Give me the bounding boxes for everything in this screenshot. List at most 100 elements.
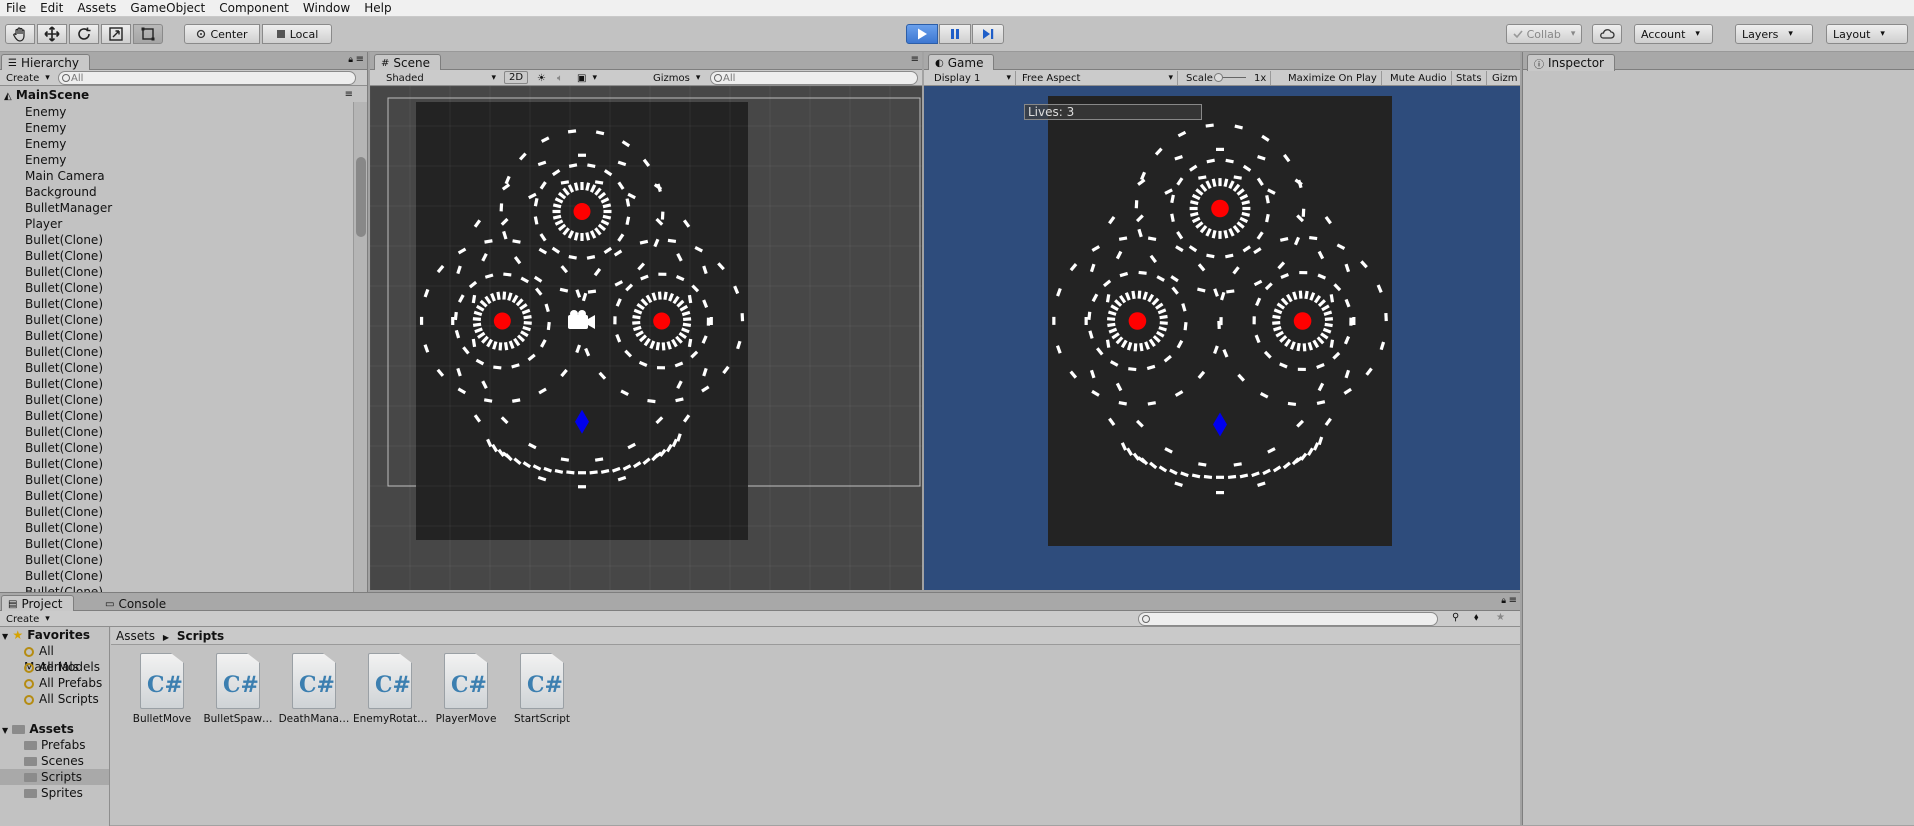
scene-viewport[interactable] [370,86,922,590]
hierarchy-item[interactable]: Bullet(Clone) [0,360,367,376]
cloud-button[interactable] [1592,24,1622,44]
scene-panel-menu-icon[interactable]: ≡ [911,54,919,65]
lighting-toggle[interactable]: ☀ [533,71,550,85]
project-panel-menu-icon[interactable]: ≡ [1509,595,1517,606]
menu-help[interactable]: Help [362,1,399,15]
script-file[interactable]: C# EnemyRotat… [353,653,428,725]
project-search-input[interactable] [1138,612,1438,626]
scene-menu-icon[interactable]: ≡ [345,86,353,104]
filter-type-icon[interactable]: ⚲ [1452,612,1459,623]
effects-dropdown[interactable]: ▣ [573,71,601,85]
breadcrumb-assets[interactable]: Assets [116,629,155,643]
stats-toggle[interactable]: Stats [1452,71,1487,85]
hierarchy-item[interactable]: Player [0,216,367,232]
hierarchy-item[interactable]: Background [0,184,367,200]
hierarchy-item[interactable]: Bullet(Clone) [0,376,367,392]
step-button[interactable] [972,24,1004,44]
layout-dropdown[interactable]: Layout [1826,24,1908,44]
collab-dropdown[interactable]: Collab [1506,24,1582,44]
tab-console[interactable]: ▭ Console [98,595,177,612]
favorite-item[interactable]: All Models [0,659,109,675]
filter-label-icon[interactable]: ⬧ [1474,612,1479,623]
hierarchy-create-button[interactable]: Create [2,71,54,85]
hierarchy-item[interactable]: Main Camera [0,168,367,184]
hierarchy-item[interactable]: BulletManager [0,200,367,216]
assets-header[interactable]: ▼ Assets [0,721,109,737]
scene-search-input[interactable]: All [710,71,918,85]
folder-item[interactable]: Scenes [0,753,109,769]
menu-edit[interactable]: Edit [38,1,71,15]
hierarchy-item[interactable]: Bullet(Clone) [0,520,367,536]
hierarchy-item[interactable]: Bullet(Clone) [0,552,367,568]
hierarchy-item[interactable]: Bullet(Clone) [0,424,367,440]
pivot-toggle[interactable]: Center [184,24,260,44]
hierarchy-scrollbar[interactable] [353,102,367,592]
favorites-header[interactable]: ▼ ★ Favorites [0,627,109,643]
scale-tool-button[interactable] [101,24,131,44]
tab-scene[interactable]: # Scene [374,54,441,71]
hierarchy-item[interactable]: Bullet(Clone) [0,328,367,344]
hierarchy-item[interactable]: Bullet(Clone) [0,296,367,312]
script-file[interactable]: C# DeathMana… [277,653,351,725]
script-file[interactable]: C# StartScript [505,653,579,725]
project-lock-icon[interactable]: 🔒︎ [1501,596,1506,606]
2d-toggle[interactable]: 2D [504,71,529,84]
folder-item[interactable]: Scripts [0,769,109,785]
favorite-item[interactable]: All Scripts [0,691,109,707]
favorite-item[interactable]: All Materials [0,643,109,674]
aspect-dropdown[interactable]: Free Aspect [1018,71,1178,85]
gizmos-dropdown[interactable]: Gizmos [649,71,704,85]
tab-hierarchy[interactable]: ☰ Hierarchy [1,54,90,71]
hierarchy-item[interactable]: Bullet(Clone) [0,536,367,552]
hierarchy-item[interactable]: Bullet(Clone) [0,472,367,488]
tab-game[interactable]: ◐ Game [928,54,995,71]
hierarchy-item[interactable]: Bullet(Clone) [0,264,367,280]
rect-tool-button[interactable] [133,24,163,44]
folder-item[interactable]: Prefabs [0,737,109,753]
hierarchy-item[interactable]: Bullet(Clone) [0,312,367,328]
rotate-tool-button[interactable] [69,24,99,44]
hand-tool-button[interactable] [5,24,35,44]
script-file[interactable]: C# BulletSpaw… [201,653,275,725]
audio-toggle[interactable]: 🔈︎ [553,71,567,85]
hierarchy-item[interactable]: Bullet(Clone) [0,408,367,424]
hierarchy-item[interactable]: Bullet(Clone) [0,280,367,296]
hierarchy-item[interactable]: Enemy [0,104,367,120]
hierarchy-item[interactable]: Enemy [0,136,367,152]
display-dropdown[interactable]: Display 1 [930,71,1016,85]
hierarchy-item[interactable]: Bullet(Clone) [0,248,367,264]
menu-component[interactable]: Component [217,1,297,15]
scene-root-row[interactable]: ◭ MainScene ≡ [0,86,367,104]
game-viewport[interactable] [924,86,1520,590]
hierarchy-item[interactable]: Bullet(Clone) [0,456,367,472]
lock-icon[interactable]: 🔒︎ [348,55,353,65]
hierarchy-item[interactable]: Bullet(Clone) [0,392,367,408]
script-file[interactable]: C# BulletMove [125,653,199,725]
project-create-button[interactable]: Create [2,612,54,626]
tab-project[interactable]: ▤ Project [1,595,74,612]
play-button[interactable] [906,24,938,44]
space-toggle[interactable]: Local [262,24,332,44]
hierarchy-item[interactable]: Enemy [0,152,367,168]
game-gizmos-toggle[interactable]: Gizm [1488,71,1522,85]
shading-dropdown[interactable]: Shaded [382,71,500,85]
hierarchy-item[interactable]: Bullet(Clone) [0,504,367,520]
scrollbar-thumb[interactable] [356,157,366,237]
maximize-on-play-toggle[interactable]: Maximize On Play [1284,71,1382,85]
script-file[interactable]: C# PlayerMove [429,653,503,725]
mute-audio-toggle[interactable]: Mute Audio [1386,71,1452,85]
move-tool-button[interactable] [37,24,67,44]
layers-dropdown[interactable]: Layers [1735,24,1813,44]
favorite-item[interactable]: All Prefabs [0,675,109,691]
panel-menu-icon[interactable]: ≡ [356,54,364,65]
hierarchy-item[interactable]: Bullet(Clone) [0,568,367,584]
scale-slider-thumb[interactable] [1214,73,1223,82]
hierarchy-item[interactable]: Bullet(Clone) [0,440,367,456]
account-dropdown[interactable]: Account [1634,24,1713,44]
favorite-star-icon[interactable]: ★ [1496,612,1505,623]
menu-gameobject[interactable]: GameObject [128,1,213,15]
hierarchy-search-input[interactable]: All [58,71,356,85]
hierarchy-item[interactable]: Enemy [0,120,367,136]
menu-file[interactable]: File [4,1,34,15]
pause-button[interactable] [939,24,971,44]
